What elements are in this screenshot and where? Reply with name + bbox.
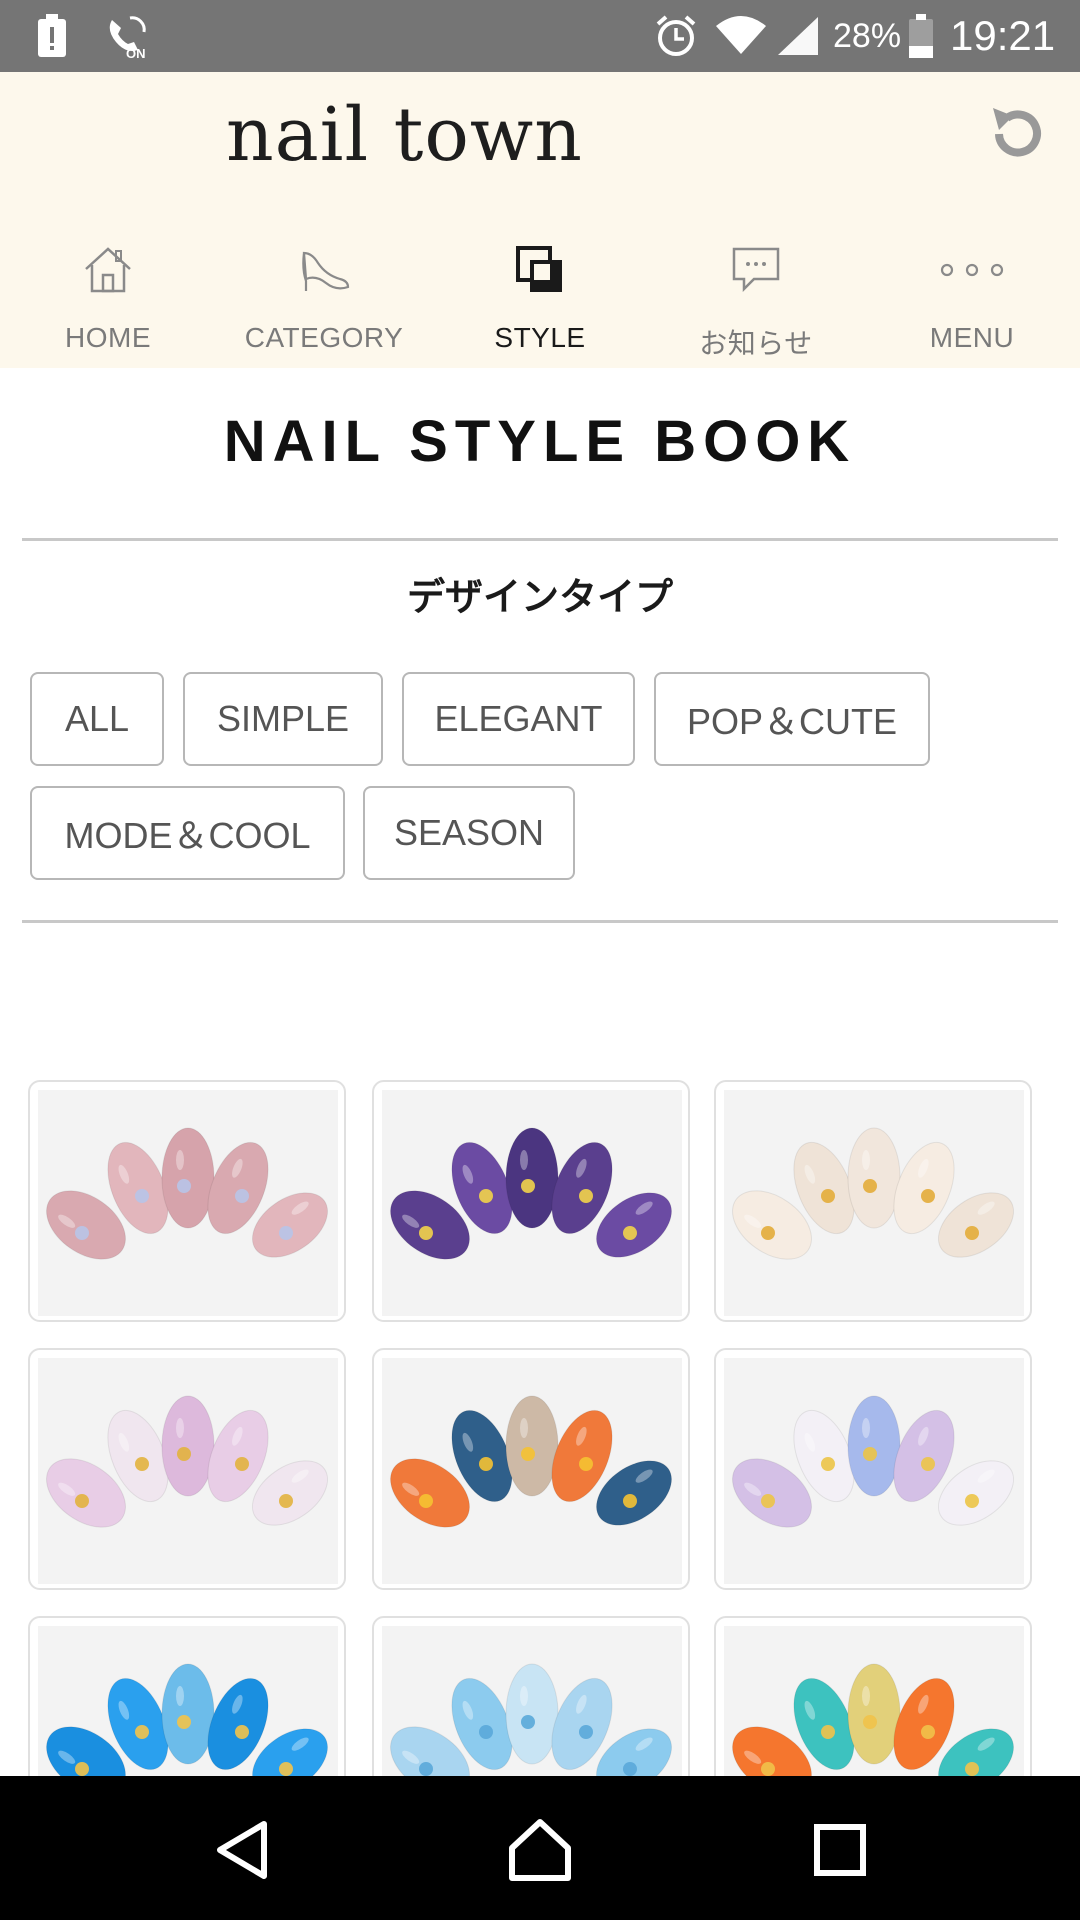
system-nav-bar [0, 1776, 1080, 1920]
status-bar: ON 28% 19:21 [0, 0, 1080, 72]
message-icon [648, 240, 864, 300]
tab-label: HOME [65, 322, 151, 353]
nail-design-card[interactable] [28, 1080, 346, 1322]
tab-label: お知らせ [699, 328, 813, 359]
nail-design-card[interactable] [372, 1080, 690, 1322]
filter-chip-season[interactable]: SEASON [363, 786, 575, 880]
battery-alert-icon [36, 0, 68, 72]
home-icon[interactable] [508, 1818, 572, 1882]
divider [22, 538, 1058, 541]
battery-icon [908, 0, 934, 72]
back-icon[interactable] [210, 1818, 274, 1882]
page-title: NAIL STYLE BOOK [223, 409, 857, 474]
tab-category[interactable]: CATEGORY [216, 204, 432, 368]
tab-news[interactable]: お知らせ [648, 204, 864, 368]
nail-design-thumbnail [382, 1358, 682, 1584]
nail-design-card[interactable] [714, 1348, 1032, 1590]
filter-chip-mode-cool[interactable]: MODE＆COOL [30, 786, 345, 880]
style-layers-icon [432, 240, 648, 300]
tab-style[interactable]: STYLE [432, 204, 648, 368]
svg-text:ON: ON [126, 46, 146, 60]
nail-design-card[interactable] [714, 1080, 1032, 1322]
tab-label: STYLE [494, 322, 586, 353]
tab-menu[interactable]: MENU [864, 204, 1080, 368]
main-tab-bar: HOME CATEGORY STYLE お知らせ MENU [0, 204, 1080, 368]
filter-chip-simple[interactable]: SIMPLE [183, 672, 383, 766]
clock: 19:21 [950, 12, 1056, 59]
high-heel-icon [216, 240, 432, 300]
filter-chip-elegant[interactable]: ELEGANT [402, 672, 635, 766]
home-icon [0, 240, 216, 300]
tab-label: CATEGORY [244, 322, 404, 353]
nail-design-thumbnail [724, 1358, 1024, 1584]
wifi-icon [716, 0, 766, 72]
battery-percent: 28% [833, 16, 902, 55]
section-title: デザインタイプ [406, 577, 673, 619]
call-on-icon: ON [104, 0, 152, 72]
nail-design-thumbnail [38, 1090, 338, 1316]
reload-icon[interactable] [985, 104, 1049, 168]
tab-label: MENU [929, 322, 1015, 353]
tab-home[interactable]: HOME [0, 204, 216, 368]
filter-chip-pop-cute[interactable]: POP＆CUTE [654, 672, 930, 766]
filter-chip-all[interactable]: ALL [30, 672, 164, 766]
nail-design-card[interactable] [372, 1348, 690, 1590]
app-header: nail town [0, 72, 1080, 204]
signal-icon [776, 0, 820, 72]
alarm-icon [654, 0, 698, 72]
nail-design-thumbnail [382, 1090, 682, 1316]
recents-icon[interactable] [808, 1818, 872, 1882]
nail-design-thumbnail [724, 1090, 1024, 1316]
divider [22, 920, 1058, 923]
nail-design-thumbnail [38, 1358, 338, 1584]
more-dots-icon [864, 240, 1080, 300]
app-logo[interactable]: nail town [226, 92, 583, 178]
nail-design-card[interactable] [28, 1348, 346, 1590]
